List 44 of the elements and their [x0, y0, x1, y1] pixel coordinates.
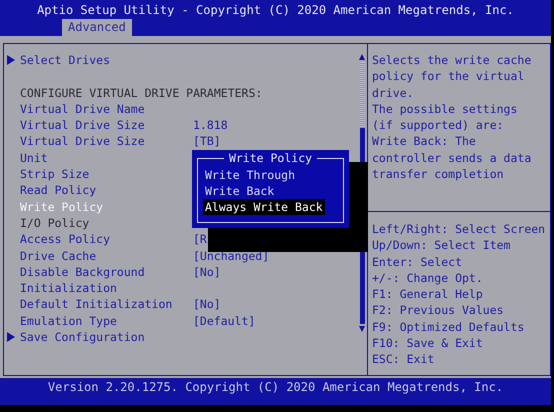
help-text: Selects the write cache policy for the virtual drive.	[372, 52, 532, 101]
setting-value: 1.818	[193, 117, 229, 134]
scroll-up-icon[interactable]	[359, 54, 365, 60]
setting-value: [TB]	[193, 133, 222, 150]
key-hint: Up/Down: Select Item	[372, 237, 512, 254]
key-hint: F2: Previous Values	[372, 302, 505, 319]
menu-item[interactable]: Virtual Drive Size	[20, 117, 193, 134]
key-hint: +/-: Change Opt.	[372, 270, 484, 286]
setting-value: [No]	[193, 264, 222, 281]
key-hint: ESC: Exit	[372, 351, 436, 368]
menu-item[interactable]: Save Configuration	[20, 329, 193, 346]
menu-item[interactable]: Virtual Drive Size	[20, 133, 193, 150]
popup-option[interactable]: Write Back	[203, 183, 276, 199]
setting-value: [No]	[193, 296, 222, 313]
help-text: Write Back: The controller sends a data transfer completion	[372, 133, 532, 182]
menu-item[interactable]: Strip Size	[20, 166, 193, 182]
menu-item[interactable]: Disable Background Initialization	[20, 264, 193, 296]
setting-value: [Unchanged]	[193, 248, 270, 264]
submenu-arrow-icon	[7, 332, 15, 342]
key-hint: F1: General Help	[372, 286, 484, 302]
menu-item[interactable]: Read Policy	[20, 182, 193, 199]
help-text: The possible settings (if supported) are:	[372, 100, 518, 134]
key-hint: F10: Save & Exit	[372, 335, 484, 352]
menu-item[interactable]: Select Drives	[20, 52, 193, 68]
key-hint: Left/Right: Select Screen	[372, 221, 546, 238]
tab[interactable]: Advanced	[62, 19, 132, 36]
setting-value: [R	[193, 231, 208, 248]
key-hint: Enter: Select	[372, 254, 464, 270]
menu-item[interactable]: Unit	[20, 150, 193, 166]
popup-option[interactable]: Write Through	[203, 167, 298, 183]
menu-item[interactable]: Drive Cache	[20, 248, 193, 264]
scroll-down-icon[interactable]	[359, 326, 365, 332]
version-text: Version 2.20.1275. Copyright (C) 2020 American Megatrends, Inc.	[48, 380, 504, 394]
menu-item[interactable]: Emulation Type	[20, 312, 193, 330]
popup-title: Write Policy	[224, 151, 318, 165]
menu-item[interactable]: Virtual Drive Name	[20, 100, 193, 118]
menu-item[interactable]: Access Policy	[20, 231, 193, 248]
section-heading: CONFIGURE VIRTUAL DRIVE PARAMETERS:	[20, 84, 264, 101]
key-hint: F9: Optimized Defaults	[372, 318, 526, 336]
window-title: Aptio Setup Utility - Copyright (C) 2020 American Megatrends, Inc.	[37, 3, 514, 18]
submenu-arrow-icon	[7, 55, 15, 65]
setting-value: [Default]	[193, 312, 256, 330]
popup-option[interactable]: Always Write Back	[203, 199, 325, 215]
menu-item[interactable]: Default Initialization	[20, 296, 193, 313]
